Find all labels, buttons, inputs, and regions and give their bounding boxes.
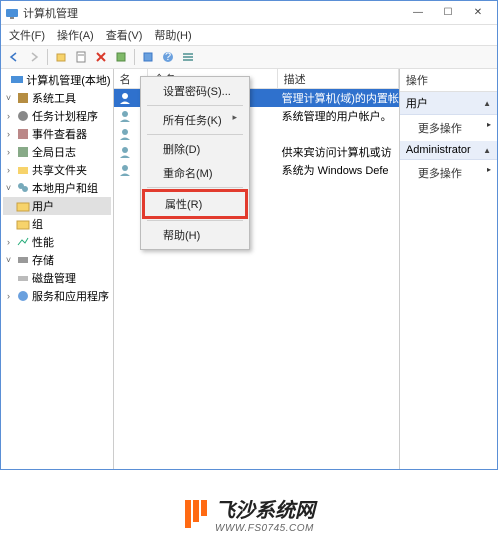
forward-button[interactable] bbox=[25, 48, 43, 66]
collapse-icon: ▲ bbox=[483, 99, 491, 108]
collapse-icon: ▲ bbox=[483, 146, 491, 155]
computer-icon bbox=[10, 73, 24, 87]
ctx-rename[interactable]: 重命名(M) bbox=[143, 161, 247, 185]
user-icon bbox=[118, 91, 132, 105]
chevron-right-icon: ▸ bbox=[487, 165, 491, 174]
separator bbox=[134, 49, 135, 65]
tools-icon bbox=[16, 91, 30, 105]
tree-services[interactable]: ›服务和应用程序 bbox=[3, 287, 111, 305]
storage-icon bbox=[16, 253, 30, 267]
tree-systools[interactable]: ˅系统工具 bbox=[3, 89, 111, 107]
tree-pane[interactable]: 计算机管理(本地) ˅系统工具 ›任务计划程序 ›事件查看器 ›全局日志 ›共享… bbox=[1, 69, 114, 469]
users-icon bbox=[16, 181, 30, 195]
tree-global[interactable]: ›全局日志 bbox=[3, 143, 111, 161]
folder-icon bbox=[16, 199, 30, 213]
task-icon bbox=[16, 109, 30, 123]
menu-view[interactable]: 查看(V) bbox=[102, 26, 147, 44]
watermark-logo bbox=[185, 500, 207, 528]
ctx-all-tasks[interactable]: 所有任务(K) bbox=[143, 108, 247, 132]
watermark: 飞沙系统网 WWW.FS0745.COM bbox=[0, 492, 500, 536]
watermark-text: 飞沙系统网 WWW.FS0745.COM bbox=[215, 494, 315, 534]
tree-storage[interactable]: ˅存储 bbox=[3, 251, 111, 269]
actions-grp-users[interactable]: 用户▲ bbox=[400, 92, 497, 115]
separator bbox=[147, 220, 243, 221]
chevron-right-icon: ▸ bbox=[487, 120, 491, 129]
actions-header: 操作 bbox=[400, 69, 497, 92]
tree-share[interactable]: ›共享文件夹 bbox=[3, 161, 111, 179]
tree-perf[interactable]: ›性能 bbox=[3, 233, 111, 251]
col-desc[interactable]: 描述 bbox=[278, 69, 399, 88]
minimize-button[interactable]: — bbox=[403, 3, 433, 23]
share-icon bbox=[16, 163, 30, 177]
separator bbox=[147, 187, 243, 188]
tree-event[interactable]: ›事件查看器 bbox=[3, 125, 111, 143]
ctx-delete[interactable]: 删除(D) bbox=[143, 137, 247, 161]
svg-text:?: ? bbox=[165, 51, 171, 63]
tree-root[interactable]: 计算机管理(本地) bbox=[3, 71, 111, 89]
ctx-help[interactable]: 帮助(H) bbox=[143, 223, 247, 247]
actions-more-2[interactable]: 更多操作 ▸ bbox=[400, 160, 497, 186]
up-button[interactable] bbox=[52, 48, 70, 66]
ctx-properties[interactable]: 属性(R) bbox=[145, 192, 245, 216]
event-icon bbox=[16, 127, 30, 141]
menu-help[interactable]: 帮助(H) bbox=[150, 26, 195, 44]
separator bbox=[147, 134, 243, 135]
actions-more-1[interactable]: 更多操作 ▸ bbox=[400, 115, 497, 141]
tree-task[interactable]: ›任务计划程序 bbox=[3, 107, 111, 125]
props-button[interactable] bbox=[72, 48, 90, 66]
separator bbox=[147, 105, 243, 106]
ctx-set-password[interactable]: 设置密码(S)... bbox=[143, 79, 247, 103]
window-title: 计算机管理 bbox=[23, 5, 403, 21]
window-controls: — ☐ ✕ bbox=[403, 3, 493, 23]
tree-disk[interactable]: 磁盘管理 bbox=[3, 269, 111, 287]
app-icon bbox=[5, 6, 19, 20]
separator bbox=[47, 49, 48, 65]
help-button[interactable]: ? bbox=[159, 48, 177, 66]
folder-icon bbox=[16, 217, 30, 231]
menu-file[interactable]: 文件(F) bbox=[5, 26, 49, 44]
export-button[interactable] bbox=[112, 48, 130, 66]
titlebar: 计算机管理 — ☐ ✕ bbox=[1, 1, 497, 25]
close-button[interactable]: ✕ bbox=[463, 3, 493, 23]
actions-grp-admin[interactable]: Administrator▲ bbox=[400, 141, 497, 160]
user-icon bbox=[118, 145, 132, 159]
maximize-button[interactable]: ☐ bbox=[433, 3, 463, 23]
perf-icon bbox=[16, 235, 30, 249]
refresh-button[interactable] bbox=[139, 48, 157, 66]
delete-button[interactable] bbox=[92, 48, 110, 66]
services-icon bbox=[16, 289, 30, 303]
tree-users[interactable]: 用户 bbox=[3, 197, 111, 215]
log-icon bbox=[16, 145, 30, 159]
tree-localug[interactable]: ˅本地用户和组 bbox=[3, 179, 111, 197]
menu-action[interactable]: 操作(A) bbox=[53, 26, 98, 44]
disk-icon bbox=[16, 271, 30, 285]
toolbar: ? bbox=[1, 45, 497, 69]
user-icon bbox=[118, 127, 132, 141]
tree-groups[interactable]: 组 bbox=[3, 215, 111, 233]
highlight-box: 属性(R) bbox=[142, 189, 248, 219]
context-menu: 设置密码(S)... 所有任务(K) 删除(D) 重命名(M) 属性(R) 帮助… bbox=[140, 76, 250, 250]
list-button[interactable] bbox=[179, 48, 197, 66]
user-icon bbox=[118, 109, 132, 123]
actions-pane: 操作 用户▲ 更多操作 ▸ Administrator▲ 更多操作 ▸ bbox=[399, 69, 497, 469]
back-button[interactable] bbox=[5, 48, 23, 66]
menubar: 文件(F) 操作(A) 查看(V) 帮助(H) bbox=[1, 25, 497, 45]
user-icon bbox=[118, 163, 132, 177]
